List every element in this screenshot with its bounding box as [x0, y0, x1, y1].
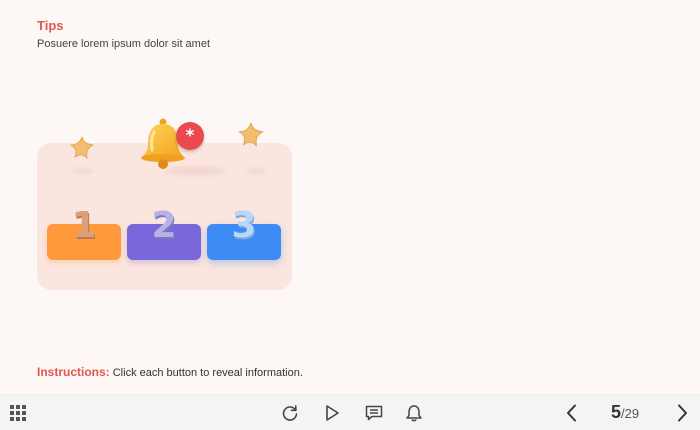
comment-icon[interactable] — [364, 403, 384, 423]
instructions: Instructions: Click each button to revea… — [37, 365, 303, 379]
page-counter: 5/29 — [611, 402, 639, 423]
instructions-text: Click each button to reveal information. — [112, 367, 303, 379]
grid-menu-icon[interactable] — [8, 403, 28, 423]
reveal-button-2[interactable]: 2 — [127, 206, 201, 260]
notification-badge: * — [176, 122, 204, 150]
star-shadow — [72, 168, 94, 174]
reveal-button-3[interactable]: 3 — [207, 206, 281, 260]
button-number: 3 — [231, 205, 257, 246]
slide-stage: Tips Posuere lorem ipsum dolor sit amet … — [0, 0, 700, 394]
player-toolbar: 5/29 — [0, 394, 700, 430]
prev-icon[interactable] — [562, 403, 582, 423]
instructions-label: Instructions: — [37, 365, 110, 379]
slide-subtitle: Posuere lorem ipsum dolor sit amet — [37, 38, 211, 50]
button-number: 2 — [151, 205, 177, 246]
play-icon[interactable] — [322, 403, 342, 423]
slide-title: Tips — [37, 18, 64, 33]
replay-icon[interactable] — [280, 403, 300, 423]
current-page: 5 — [611, 402, 622, 422]
total-pages: /29 — [621, 406, 640, 421]
star-shadow — [245, 168, 267, 174]
reveal-button-1[interactable]: 1 — [47, 206, 121, 260]
button-number: 1 — [71, 205, 97, 246]
star-icon — [69, 135, 95, 160]
next-icon[interactable] — [672, 403, 692, 423]
star-icon — [237, 121, 265, 147]
bell-icon[interactable] — [404, 403, 424, 423]
